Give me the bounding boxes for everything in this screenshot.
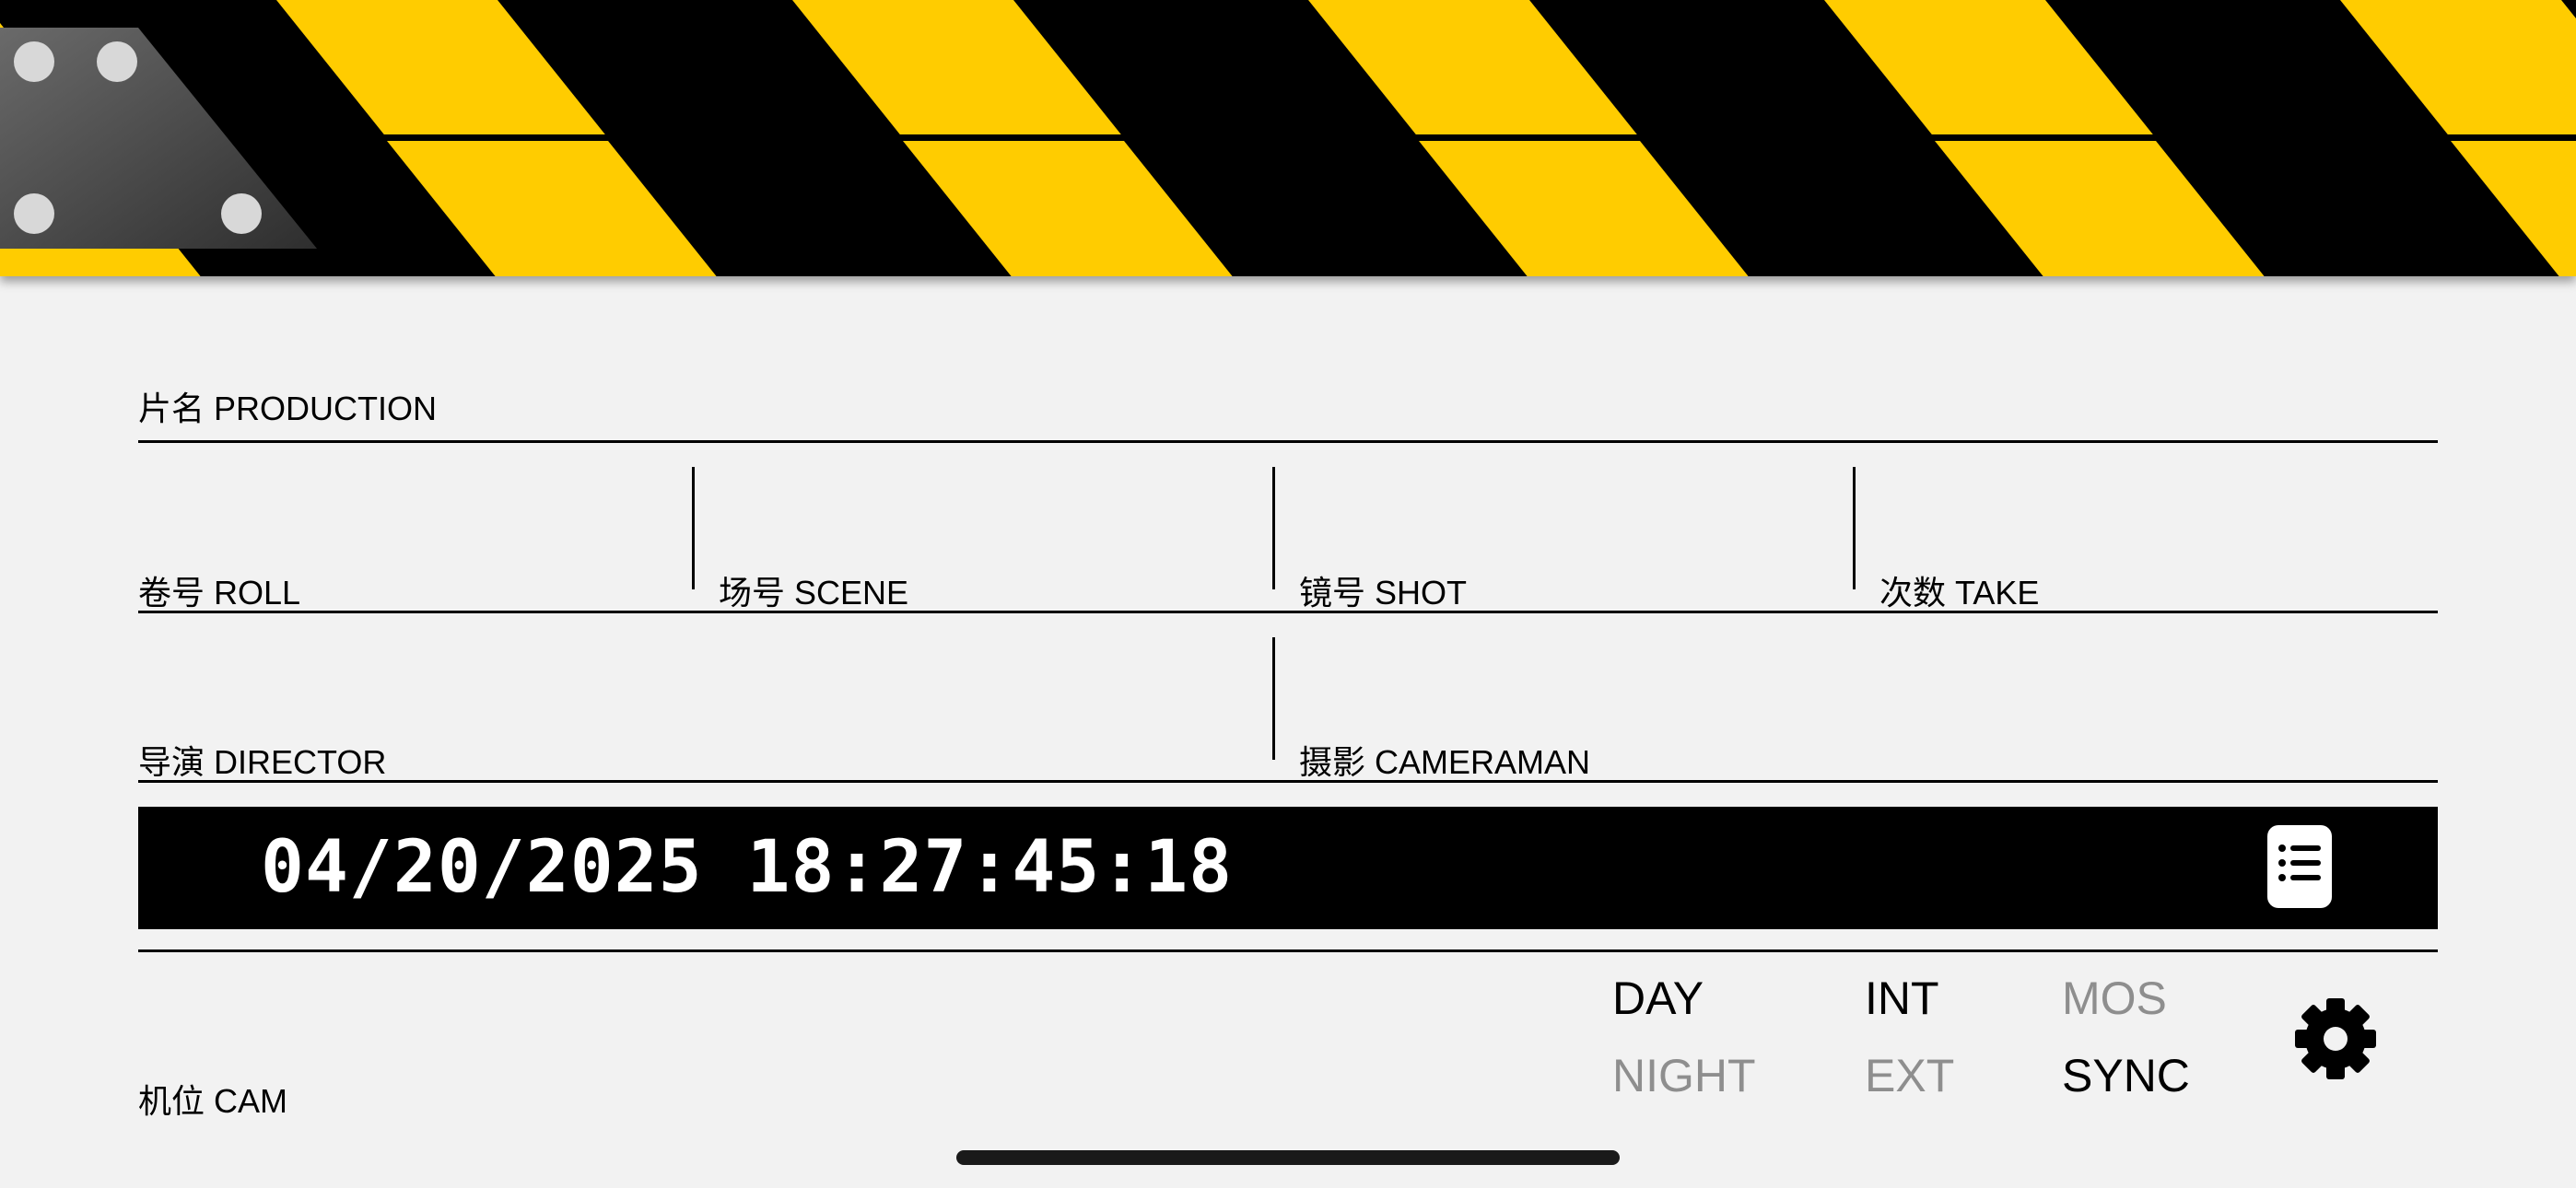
divider xyxy=(138,780,2438,783)
divider xyxy=(1853,467,1856,589)
take-label: 次数 TAKE xyxy=(1879,574,2040,611)
int-toggle[interactable]: INT xyxy=(1865,973,1939,1024)
day-toggle[interactable]: DAY xyxy=(1612,973,1704,1024)
mos-toggle[interactable]: MOS xyxy=(2062,973,2167,1024)
settings-button[interactable] xyxy=(2291,995,2380,1083)
timecode-display: 04/20/2025 18:27:45:18 xyxy=(261,826,1234,909)
divider xyxy=(1272,637,1275,760)
director-label: 导演 DIRECTOR xyxy=(138,743,387,781)
rivet xyxy=(14,41,54,82)
sync-toggle[interactable]: SYNC xyxy=(2062,1050,2190,1101)
shot-label: 镜号 SHOT xyxy=(1299,574,1468,611)
home-indicator[interactable] xyxy=(956,1150,1620,1165)
ext-toggle[interactable]: EXT xyxy=(1865,1050,1954,1101)
divider xyxy=(1272,467,1275,589)
rivet xyxy=(97,41,137,82)
scene-label: 场号 SCENE xyxy=(719,574,909,611)
cameraman-label: 摄影 CAMERAMAN xyxy=(1299,743,1591,781)
production-label: 片名 PRODUCTION xyxy=(138,390,438,427)
cam-label: 机位 CAM xyxy=(138,1082,288,1120)
clapper-stripes xyxy=(0,0,2576,276)
divider xyxy=(692,467,695,589)
log-list-button[interactable] xyxy=(2267,825,2332,908)
list-icon xyxy=(2278,844,2321,881)
roll-label: 卷号 ROLL xyxy=(138,574,301,611)
timecode-bar: 04/20/2025 18:27:45:18 xyxy=(138,807,2438,929)
gear-icon xyxy=(2295,998,2376,1079)
cam-field[interactable] xyxy=(138,962,1520,1128)
rivet xyxy=(14,193,54,234)
rivet xyxy=(221,193,262,234)
divider xyxy=(138,611,2438,613)
night-toggle[interactable]: NIGHT xyxy=(1612,1050,1756,1101)
clapper-stick[interactable] xyxy=(0,0,2576,276)
divider xyxy=(138,440,2438,443)
production-field[interactable] xyxy=(138,350,2438,442)
divider xyxy=(138,949,2438,952)
